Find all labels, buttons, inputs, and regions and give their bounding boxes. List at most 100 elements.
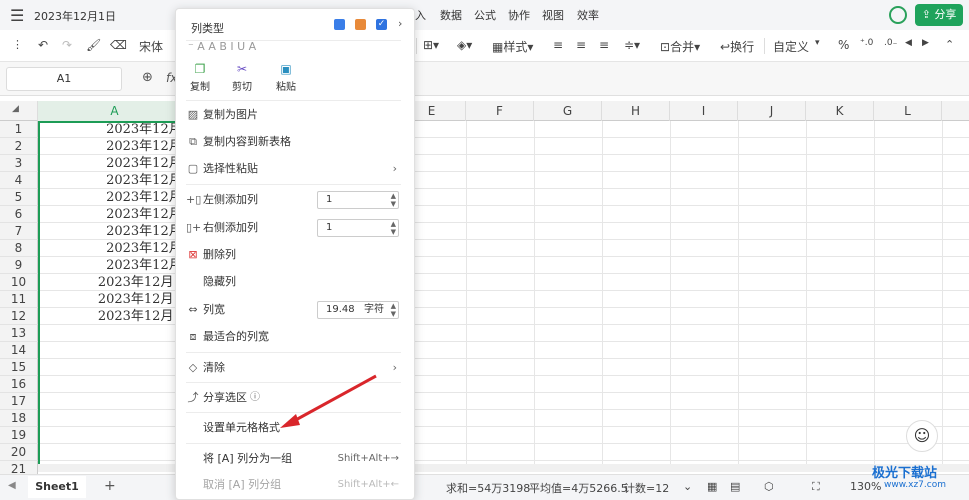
column-type-check-icon[interactable]: ✓ (376, 19, 387, 30)
row-header[interactable]: 11 (0, 291, 38, 308)
align-left-icon[interactable]: ≡ (553, 38, 563, 52)
row-header[interactable]: 2 (0, 138, 38, 155)
column-type-number-icon[interactable] (355, 19, 366, 30)
menu-item-paste-special[interactable]: ▢ 选择性粘贴 › (186, 156, 401, 182)
toolbar-scroll-left-icon[interactable]: ◀ (905, 38, 912, 48)
menu-item-best-fit-width[interactable]: ⧈ 最适合的列宽 (186, 324, 401, 350)
insert-left-count-stepper[interactable]: 1 ▲ ▼ (317, 191, 399, 209)
fullscreen-icon[interactable]: ⛶ (812, 480, 820, 494)
number-format-select[interactable]: 自定义 (773, 38, 809, 55)
row-header[interactable]: 8 (0, 240, 38, 257)
column-header-g[interactable]: G (534, 101, 602, 121)
row-header[interactable]: 16 (0, 376, 38, 393)
menu-tab-collab[interactable]: 协作 (508, 7, 530, 23)
stepper-arrows-icon[interactable]: ▲ ▼ (391, 302, 396, 318)
toolbar-collapse-icon[interactable]: ⌃ (945, 38, 954, 51)
info-icon[interactable]: ⓘ (250, 385, 260, 411)
toolbar-more-icon[interactable]: ⋮ (12, 38, 23, 51)
status-sum[interactable]: 求和=54万3198 (446, 480, 530, 496)
row-header[interactable]: 19 (0, 427, 38, 444)
column-header-j[interactable]: J (738, 101, 806, 121)
chevron-right-icon[interactable]: › (398, 17, 402, 30)
row-header[interactable]: 12 (0, 308, 38, 325)
stepper-arrows-icon[interactable]: ▲ ▼ (391, 192, 396, 208)
column-header-f[interactable]: F (466, 101, 534, 121)
redo-icon[interactable]: ↷ (62, 38, 72, 52)
cloud-sync-icon[interactable] (889, 6, 907, 24)
menu-item-column-width[interactable]: ⇔ 列宽 19.48 字符 ▲ ▼ (186, 297, 401, 323)
align-right-icon[interactable]: ≡ (599, 38, 609, 52)
menu-tab-insert[interactable]: 入 (415, 7, 426, 23)
align-center-icon[interactable]: ≡ (576, 38, 586, 52)
share-button[interactable]: ⇪ 分享 (915, 4, 963, 26)
row-header[interactable]: 13 (0, 325, 38, 342)
zoom-level[interactable]: 130% (850, 480, 881, 493)
column-header-l[interactable]: L (874, 101, 942, 121)
paste-button[interactable]: ▣ 粘贴 (272, 62, 300, 93)
menu-item-group-column[interactable]: 将 [A] 列分为一组 Shift+Alt+→ (186, 446, 401, 472)
add-sheet-icon[interactable]: + (104, 478, 116, 494)
insert-right-count-stepper[interactable]: 1 ▲ ▼ (317, 219, 399, 237)
row-header[interactable]: 7 (0, 223, 38, 240)
row-header[interactable]: 5 (0, 189, 38, 206)
select-all-corner[interactable]: ◢ (0, 101, 38, 121)
menu-item-insert-right[interactable]: ▯+ 右侧添加列 1 ▲ ▼ (186, 215, 401, 241)
format-painter-icon[interactable]: 🖌 (86, 38, 101, 52)
stepper-arrows-icon[interactable]: ▲ ▼ (391, 220, 396, 236)
menu-item-copy-as-image[interactable]: ▨ 复制为图片 (186, 102, 401, 128)
column-header-k[interactable]: K (806, 101, 874, 121)
borders-icon[interactable]: ⊞▾ (423, 38, 439, 52)
toolbar-scroll-right-icon[interactable]: ▶ (922, 38, 929, 48)
menu-item-copy-to-new-table[interactable]: ⧉ 复制内容到新表格 (186, 129, 401, 155)
column-type-text-icon[interactable] (334, 19, 345, 30)
status-count[interactable]: 计数=12 (624, 480, 669, 496)
styles-dropdown[interactable]: ▦样式▾ (492, 38, 533, 55)
document-title[interactable]: 2023年12月1日 (34, 8, 116, 24)
row-header[interactable]: 9 (0, 257, 38, 274)
fill-color-icon[interactable]: ◈▾ (457, 38, 472, 52)
undo-icon[interactable]: ↶ (38, 38, 48, 52)
sheet-tab[interactable]: Sheet1 (28, 476, 86, 498)
name-box[interactable]: A1 (6, 67, 122, 91)
column-header-i[interactable]: I (670, 101, 738, 121)
increase-decimal-icon[interactable]: ⁺.0 (860, 38, 873, 48)
copy-button[interactable]: ❐ 复制 (186, 62, 214, 93)
row-header[interactable]: 18 (0, 410, 38, 427)
menu-tab-efficiency[interactable]: 效率 (577, 7, 599, 23)
row-header[interactable]: 6 (0, 206, 38, 223)
status-options-icon[interactable]: ⌄ (683, 480, 692, 493)
view-mode-icon[interactable]: ⬡ (764, 480, 774, 493)
row-header[interactable]: 17 (0, 393, 38, 410)
row-header[interactable]: 15 (0, 359, 38, 376)
row-header[interactable]: 10 (0, 274, 38, 291)
font-family-select[interactable]: 宋体 (139, 38, 163, 55)
search-formula-icon[interactable]: ⊕ (142, 70, 153, 85)
row-header[interactable]: 20 (0, 444, 38, 461)
decrease-decimal-icon[interactable]: .0₋ (884, 38, 897, 48)
assistant-avatar-icon[interactable]: ☺ (906, 420, 938, 452)
cut-button[interactable]: ✂ 剪切 (228, 62, 256, 93)
view-layout-icon[interactable]: ▤ (730, 480, 740, 493)
view-normal-icon[interactable]: ▦ (707, 480, 717, 493)
row-header[interactable]: 3 (0, 155, 38, 172)
menu-item-hide-column[interactable]: 隐藏列 (186, 269, 401, 295)
column-header-h[interactable]: H (602, 101, 670, 121)
percent-icon[interactable]: % (838, 38, 849, 52)
row-header[interactable]: 1 (0, 121, 38, 138)
status-average[interactable]: 平均值=4万5266.5 (529, 480, 628, 496)
vertical-align-icon[interactable]: ≑▾ (624, 38, 640, 52)
hamburger-menu-icon[interactable]: ☰ (10, 6, 24, 25)
menu-item-delete-column[interactable]: ⊠ 删除列 (186, 242, 401, 268)
wrap-button[interactable]: ↩换行 (720, 38, 754, 55)
chevron-down-icon[interactable]: ▾ (815, 38, 820, 48)
column-header-a[interactable]: A (38, 101, 192, 121)
column-width-input[interactable]: 19.48 字符 ▲ ▼ (317, 301, 399, 319)
eraser-icon[interactable]: ⌫ (110, 38, 127, 52)
menu-tab-data[interactable]: 数据 (440, 7, 462, 23)
menu-tab-view[interactable]: 视图 (542, 7, 564, 23)
sheet-nav-icon[interactable]: ◀ (8, 480, 16, 491)
menu-tab-formula[interactable]: 公式 (474, 7, 496, 23)
menu-item-ungroup-column[interactable]: 取消 [A] 列分组 Shift+Alt+← (186, 472, 401, 498)
row-header[interactable]: 14 (0, 342, 38, 359)
menu-item-insert-left[interactable]: +▯ 左侧添加列 1 ▲ ▼ (186, 187, 401, 213)
